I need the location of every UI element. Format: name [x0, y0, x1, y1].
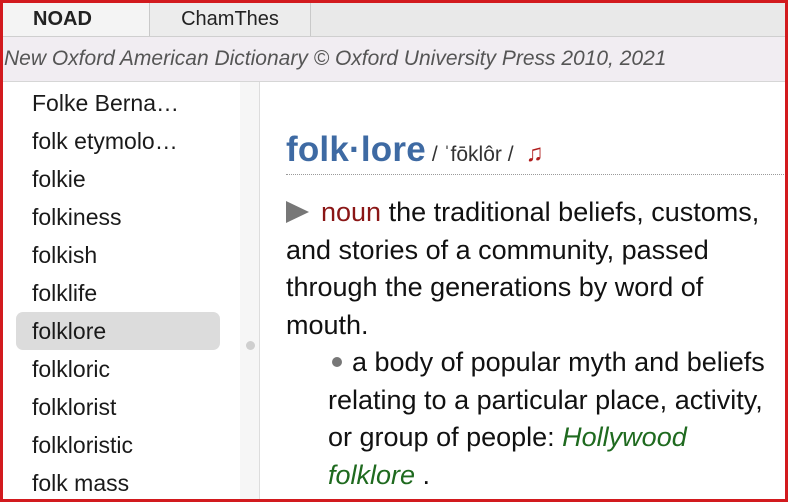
word-list: Folke Berna… folk etymolo… folkie folkin… — [0, 82, 240, 502]
list-item-selected[interactable]: folklore — [16, 312, 220, 350]
subsense-end: . — [415, 459, 431, 490]
audio-icon[interactable]: ♫ — [526, 140, 544, 167]
tab-noad[interactable]: NOAD — [3, 3, 149, 36]
list-item[interactable]: folkloric — [16, 350, 220, 388]
list-item[interactable]: folkloristic — [16, 426, 220, 464]
entry-headline: folk·lore / ˈfōklôr / ♫ — [286, 130, 786, 175]
bullet-icon — [332, 356, 342, 367]
subsense-block: a body of popular myth and beliefs relat… — [328, 344, 778, 494]
copyright-banner: New Oxford American Dictionary © Oxford … — [0, 37, 788, 82]
part-of-speech: noun — [321, 197, 382, 227]
split-divider[interactable] — [240, 82, 260, 502]
divider-handle[interactable] — [246, 341, 255, 350]
sense-block: noun the traditional beliefs, customs, a… — [286, 194, 766, 344]
list-item[interactable]: folklorist — [16, 388, 220, 426]
list-item[interactable]: folkie — [16, 160, 220, 198]
definition-pane: folk·lore / ˈfōklôr / ♫ noun the tradition… — [260, 82, 788, 502]
tab-chamthes[interactable]: ChamThes — [149, 3, 311, 36]
list-item[interactable]: folkish — [16, 236, 220, 274]
triangle-icon — [286, 201, 309, 223]
list-item[interactable]: Folke Berna… — [16, 84, 220, 122]
list-item[interactable]: folk mass — [16, 464, 220, 502]
list-item[interactable]: folklife — [16, 274, 220, 312]
list-item[interactable]: folkiness — [16, 198, 220, 236]
subsense-text: a body of popular myth and beliefs relat… — [328, 347, 765, 452]
headword: folk·lore — [286, 130, 426, 169]
list-item[interactable]: folk etymolo… — [16, 122, 220, 160]
pronunciation: / ˈfōklôr / — [431, 143, 514, 166]
tab-bar: NOAD ChamThes — [0, 0, 788, 37]
